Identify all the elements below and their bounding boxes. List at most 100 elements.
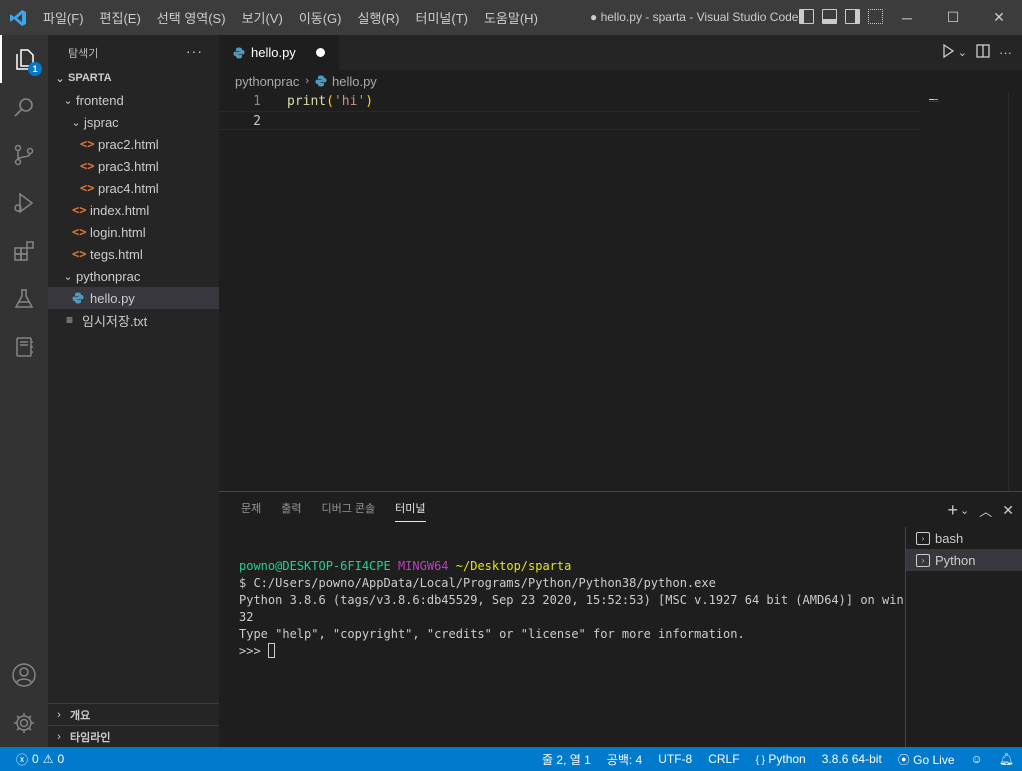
- toggle-primary-sidebar-icon[interactable]: [799, 9, 814, 24]
- end-of-line[interactable]: CRLF: [700, 752, 747, 766]
- vscode-logo-icon: [0, 0, 35, 35]
- tree-label: pythonprac: [76, 268, 141, 284]
- terminal-item-bash[interactable]: › bash: [906, 527, 1022, 549]
- encoding[interactable]: UTF-8: [650, 752, 700, 766]
- terminal-cursor: [267, 643, 275, 658]
- close-button[interactable]: ✕: [976, 0, 1022, 35]
- customize-layout-icon[interactable]: [868, 9, 883, 24]
- code-token-paren: ): [365, 94, 374, 109]
- error-count: 0: [32, 752, 39, 766]
- tree-label: login.html: [90, 224, 146, 240]
- minimize-button[interactable]: ─: [884, 0, 930, 35]
- feedback-icon[interactable]: ☺: [963, 752, 991, 766]
- menu-bar: 파일(F) 편집(E) 선택 영역(S) 보기(V) 이동(G) 실행(R) 터…: [35, 0, 546, 35]
- toggle-secondary-sidebar-icon[interactable]: [845, 9, 860, 24]
- terminal-icon: ›: [916, 531, 930, 545]
- menu-help[interactable]: 도움말(H): [476, 8, 546, 27]
- explorer-icon[interactable]: 1: [0, 35, 48, 83]
- account-icon[interactable]: [0, 651, 48, 699]
- tree-label: tegs.html: [90, 246, 143, 262]
- tree-folder-jsprac[interactable]: ⌄ jsprac: [48, 111, 219, 133]
- run-debug-icon[interactable]: [0, 179, 48, 227]
- tree-file-tegs[interactable]: <> tegs.html: [48, 243, 219, 265]
- testing-flask-icon[interactable]: [0, 275, 48, 323]
- terminal-prompt-line: powno@DESKTOP-6FI4CPE MINGW64 ~/Desktop/…: [239, 558, 899, 575]
- go-live-button[interactable]: ⦿ Go Live: [890, 751, 963, 768]
- workspace-root[interactable]: ⌄ SPARTA: [48, 67, 219, 89]
- source-control-icon[interactable]: [0, 131, 48, 179]
- terminal-dropdown-chevron-icon[interactable]: ⌄: [960, 504, 969, 517]
- code-text: print('hi'): [287, 92, 373, 111]
- tree-file-prac4[interactable]: <> prac4.html: [48, 177, 219, 199]
- code-line[interactable]: 1 print('hi'): [219, 92, 920, 111]
- workspace-label: SPARTA: [68, 72, 112, 84]
- new-terminal-plus-icon[interactable]: +: [948, 500, 959, 521]
- panel-actions: + ⌄ ︿ ✕: [948, 500, 1014, 521]
- code-line-current[interactable]: 2: [219, 111, 920, 130]
- editor-scrollbar[interactable]: [1008, 92, 1022, 490]
- tree-file-index[interactable]: <> index.html: [48, 199, 219, 221]
- breadcrumb-file[interactable]: hello.py: [332, 74, 377, 89]
- chevron-right-icon: ›: [57, 708, 61, 721]
- split-editor-icon[interactable]: [975, 43, 991, 62]
- tab-problems[interactable]: 문제: [231, 492, 271, 527]
- tree-folder-pythonprac[interactable]: ⌄ pythonprac: [48, 265, 219, 287]
- tree-label: prac4.html: [98, 180, 159, 196]
- activity-bar: 1: [0, 35, 48, 747]
- python-interpreter[interactable]: 3.8.6 64-bit: [814, 752, 890, 766]
- terminal-output[interactable]: powno@DESKTOP-6FI4CPE MINGW64 ~/Desktop/…: [239, 558, 904, 660]
- problems-status[interactable]: ⓧ 0 ⚠ 0: [16, 747, 64, 771]
- cursor-position[interactable]: 줄 2, 열 1: [534, 751, 599, 768]
- terminal-list: › bash › Python: [905, 527, 1022, 747]
- code-token-paren: (: [326, 94, 334, 109]
- outline-section[interactable]: › 개요: [48, 703, 219, 725]
- warning-icon: ⚠: [42, 752, 54, 766]
- settings-gear-icon[interactable]: [0, 699, 48, 747]
- indentation[interactable]: 공백: 4: [599, 751, 650, 768]
- unsaved-dot-icon[interactable]: [316, 48, 325, 57]
- language-mode[interactable]: { } Python: [748, 752, 814, 766]
- extensions-icon[interactable]: [0, 227, 48, 275]
- close-panel-icon[interactable]: ✕: [1002, 502, 1014, 519]
- menu-terminal[interactable]: 터미널(T): [407, 8, 475, 27]
- python-file-icon: [315, 75, 327, 87]
- menu-run[interactable]: 실행(R): [350, 8, 408, 27]
- code-editor[interactable]: 1 print('hi') 2: [219, 92, 1022, 490]
- search-icon[interactable]: [0, 83, 48, 131]
- tab-output[interactable]: 출력: [271, 492, 311, 527]
- minimap[interactable]: [929, 92, 1009, 102]
- more-actions-icon[interactable]: ···: [999, 45, 1012, 60]
- maximize-button[interactable]: ☐: [930, 0, 976, 35]
- tab-debug-console[interactable]: 디버그 콘솔: [312, 492, 386, 527]
- more-actions-icon[interactable]: ···: [186, 43, 203, 59]
- terminal-item-python[interactable]: › Python: [906, 549, 1022, 571]
- window-controls: ─ ☐ ✕: [884, 0, 1022, 35]
- menu-file[interactable]: 파일(F): [35, 8, 92, 27]
- terminal-input-line[interactable]: >>>: [239, 643, 899, 660]
- terminal-output-line: Type "help", "copyright", "credits" or "…: [239, 627, 745, 641]
- notebook-icon[interactable]: [0, 323, 48, 371]
- menu-selection[interactable]: 선택 영역(S): [149, 8, 234, 27]
- run-dropdown-chevron-icon[interactable]: ⌄: [958, 46, 967, 59]
- code-token-string: 'hi': [333, 94, 366, 109]
- tree-file-prac2[interactable]: <> prac2.html: [48, 133, 219, 155]
- tab-terminal[interactable]: 터미널: [385, 492, 435, 527]
- layout-controls: [799, 9, 883, 24]
- run-python-file-icon[interactable]: [940, 43, 956, 62]
- tree-file-hello-py[interactable]: hello.py: [48, 287, 219, 309]
- tab-hello-py[interactable]: hello.py: [219, 35, 339, 70]
- tree-folder-frontend[interactable]: ⌄ frontend: [48, 89, 219, 111]
- menu-view[interactable]: 보기(V): [234, 8, 291, 27]
- timeline-section[interactable]: › 타임라인: [48, 725, 219, 747]
- chevron-right-icon: ›: [305, 75, 309, 87]
- maximize-panel-chevron-up-icon[interactable]: ︿: [979, 501, 992, 520]
- toggle-panel-icon[interactable]: [822, 9, 837, 24]
- breadcrumb-folder[interactable]: pythonprac: [235, 74, 299, 89]
- notifications-bell-icon[interactable]: 🔔︎: [991, 752, 1022, 766]
- menu-go[interactable]: 이동(G): [291, 8, 350, 27]
- tree-file-prac3[interactable]: <> prac3.html: [48, 155, 219, 177]
- menu-edit[interactable]: 편집(E): [92, 8, 149, 27]
- tree-file-temp-txt[interactable]: ≡ 임시저장.txt: [48, 309, 219, 331]
- tree-file-login[interactable]: <> login.html: [48, 221, 219, 243]
- chevron-down-icon: ⌄: [63, 94, 73, 107]
